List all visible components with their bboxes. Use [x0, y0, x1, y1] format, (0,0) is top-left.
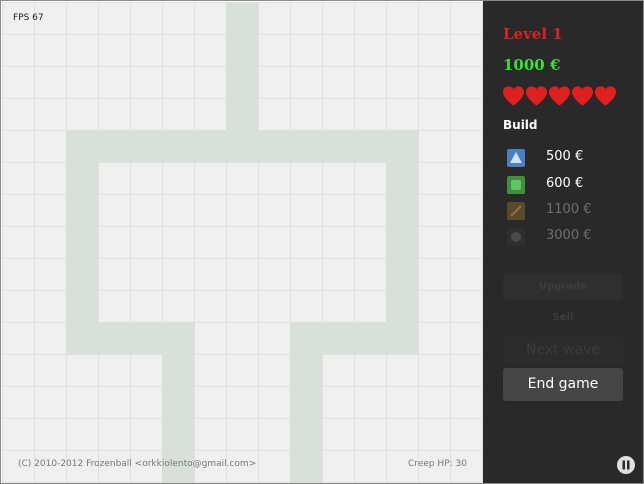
heart-icon	[502, 86, 525, 106]
game-board[interactable]: FPS 67 (C) 2010-2012 Frozenball <orkkiol…	[2, 2, 483, 483]
path-segment	[386, 130, 418, 354]
heart-icon	[571, 86, 594, 106]
side-panel: Level 1 1000 € Build 500 € 600 € 1100 €	[483, 1, 643, 483]
heart-icon	[548, 86, 571, 106]
level-label: Level 1	[503, 25, 563, 43]
creep-hp-text: Creep HP: 30	[408, 459, 467, 469]
green-square-tower-icon	[507, 176, 525, 194]
tower-price: 600 €	[546, 176, 584, 191]
blue-triangle-tower-icon	[507, 149, 525, 167]
money-label: 1000 €	[503, 56, 561, 74]
path-segment	[66, 130, 98, 354]
next-wave-button[interactable]: Next wave	[503, 337, 623, 363]
build-tower-4[interactable]: 3000 €	[507, 227, 627, 247]
build-tower-1[interactable]: 500 €	[507, 148, 627, 168]
copyright-text: (C) 2010-2012 Frozenball <orkkiolento@gm…	[18, 459, 257, 469]
game-window: FPS 67 (C) 2010-2012 Frozenball <orkkiol…	[0, 0, 644, 484]
path-segment	[66, 130, 418, 162]
build-tower-2[interactable]: 600 €	[507, 175, 627, 195]
dark-circle-tower-icon	[507, 228, 525, 246]
board-grid	[2, 2, 483, 483]
build-heading: Build	[503, 118, 538, 132]
tower-price: 3000 €	[546, 228, 592, 243]
build-tower-3[interactable]: 1100 €	[507, 201, 627, 221]
upgrade-button[interactable]: Upgrade	[503, 274, 623, 300]
heart-icon	[594, 86, 617, 106]
path-segment	[290, 322, 322, 483]
pause-icon[interactable]	[616, 455, 636, 475]
tower-price: 1100 €	[546, 202, 592, 217]
heart-icon	[525, 86, 548, 106]
sell-button[interactable]: Sell	[503, 307, 623, 329]
tower-price: 500 €	[546, 149, 584, 164]
brown-diagonal-tower-icon	[507, 202, 525, 220]
end-game-button[interactable]: End game	[503, 368, 623, 401]
fps-counter: FPS 67	[13, 13, 44, 23]
